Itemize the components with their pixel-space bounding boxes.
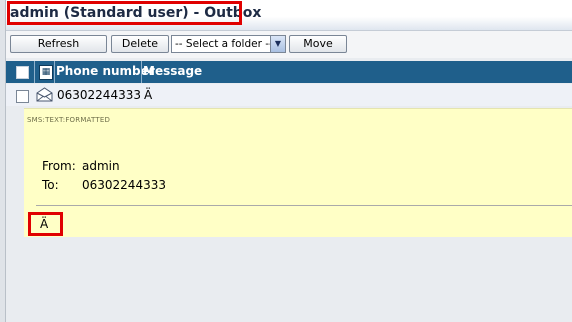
- move-button[interactable]: Move: [289, 35, 347, 53]
- message-detail-panel: SMS:TEXT:FORMATTED From: admin To: 06302…: [24, 108, 572, 237]
- from-value: admin: [82, 159, 120, 173]
- envelope-icon: [36, 87, 53, 102]
- header-divider: [141, 61, 142, 83]
- delete-button[interactable]: Delete: [111, 35, 169, 53]
- detail-divider: [36, 205, 572, 206]
- body-highlight-box: [28, 212, 63, 236]
- select-all-checkbox[interactable]: [16, 66, 29, 79]
- table-header: ▦ Phone number Message: [6, 61, 572, 83]
- title-bar: admin (Standard user) - Outbox: [6, 0, 572, 31]
- title-highlight-box: [7, 1, 242, 25]
- select-arrow-icon[interactable]: ▼: [270, 36, 285, 52]
- folder-select[interactable]: -- Select a folder -- ▼: [171, 35, 286, 53]
- column-header-message[interactable]: Message: [143, 64, 202, 78]
- to-value: 06302244333: [82, 178, 166, 192]
- refresh-button[interactable]: Refresh: [10, 35, 107, 53]
- row-phone-number: 06302244333: [57, 88, 141, 102]
- row-checkbox[interactable]: [16, 90, 29, 103]
- to-label: To:: [42, 178, 59, 192]
- message-format-tag: SMS:TEXT:FORMATTED: [27, 116, 111, 124]
- table-row[interactable]: 06302244333 Ä: [6, 84, 572, 106]
- row-message: Ä: [144, 88, 153, 102]
- folder-select-value: -- Select a folder --: [175, 38, 273, 50]
- message-type-icon: ▦: [39, 65, 53, 80]
- toolbar: Refresh Delete -- Select a folder -- ▼ M…: [6, 31, 572, 58]
- from-label: From:: [42, 159, 76, 173]
- column-header-phone[interactable]: Phone number: [56, 64, 155, 78]
- header-divider: [54, 61, 55, 83]
- header-divider: [34, 61, 35, 83]
